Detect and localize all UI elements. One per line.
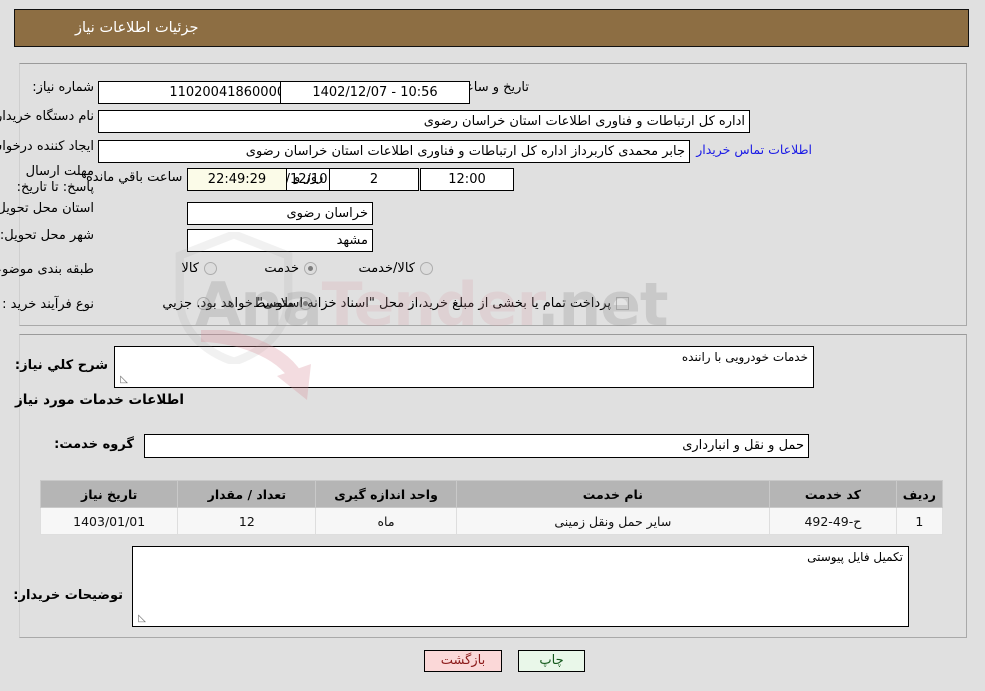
deadline-countdown-label: ساعت باقي مانده (87, 170, 184, 185)
category-option-khedmat-label: خدمت (265, 261, 300, 276)
purchase-process-label: نوع فرآیند خرید : (3, 297, 95, 312)
announce-datetime-field[interactable]: 10:56 - 1402/12/07 (281, 81, 471, 104)
buyer-org-label-row: نام دستگاه خریدار: (0, 109, 95, 124)
deadline-countdown-field: 22:49:29 (188, 168, 288, 191)
request-creator-label-row: ایجاد کننده درخواست: (0, 139, 95, 154)
col-unit: واحد اندازه گیری (316, 480, 458, 508)
need-number-label: شماره نیاز: (33, 80, 95, 95)
buyer-notes-textarea[interactable]: تکمیل فایل پیوستی ◺ (133, 546, 910, 627)
cell-need-date: 1403/01/01 (40, 507, 180, 535)
category-label: طبقه بندی موضوعی: (0, 262, 95, 277)
request-creator-label: ایجاد کننده درخواست: (0, 139, 95, 154)
general-desc-label: شرح کلي نیاز: (15, 358, 109, 373)
category-radio-khedmat[interactable] (305, 262, 318, 275)
cell-code: ح-49-492 (769, 507, 898, 535)
print-button[interactable]: چاپ (519, 650, 586, 672)
category-option-kala-khedmat[interactable]: کالا/خدمت (359, 261, 434, 276)
need-number-label-row: شماره نیاز: (33, 80, 95, 95)
category-option-kala[interactable]: کالا (182, 261, 218, 276)
category-radio-kala-khedmat[interactable] (421, 262, 434, 275)
treasury-bond-checkbox[interactable] (617, 297, 630, 310)
table-header-row: ردیف کد خدمت نام خدمت واحد اندازه گیری ت… (40, 480, 945, 508)
deadline-days-field[interactable]: 2 (330, 168, 420, 191)
service-group-label: گروه خدمت: (55, 437, 135, 452)
deadline-hour-field[interactable]: 12:00 (421, 168, 515, 191)
delivery-city-label-row: شهر محل تحویل: (1, 228, 95, 243)
buyer-notes-value: تکمیل فایل پیوستی (808, 550, 904, 564)
col-name: نام خدمت (456, 480, 771, 508)
page-title: جزئیات اطلاعات نیاز (76, 20, 200, 36)
back-button[interactable]: بازگشت (425, 650, 503, 672)
col-code: کد خدمت (769, 480, 898, 508)
purchase-process-label-row: نوع فرآیند خرید : (3, 297, 95, 312)
category-option-kala-label: کالا (182, 261, 200, 276)
purchase-option-jozee-label: جزیي (163, 296, 193, 311)
cell-name: سایر حمل ونقل زمینی (456, 507, 771, 535)
buyer-org-label: نام دستگاه خریدار: (0, 109, 95, 124)
delivery-province-label-row: استان محل تحویل: (0, 201, 95, 216)
delivery-city-field[interactable]: مشهد (188, 229, 374, 252)
col-quantity: تعداد / مقدار (178, 480, 318, 508)
buyer-org-field[interactable]: اداره کل ارتباطات و فناوری اطلاعات استان… (99, 110, 751, 133)
col-radif: ردیف (896, 480, 945, 508)
deadline-label: مهلت ارسال پاسخ: تا تاریخ: (17, 164, 95, 195)
delivery-city-label: شهر محل تحویل: (0, 228, 95, 243)
buyer-notes-label: توضیحات خریدار: (14, 588, 124, 603)
general-desc-value: خدمات خودرویی با راننده (682, 350, 809, 364)
cell-quantity: 12 (178, 507, 318, 535)
deadline-label-row: مهلت ارسال پاسخ: تا تاریخ: (10, 164, 95, 196)
table-row: 1 ح-49-492 سایر حمل ونقل زمینی ماه 12 14… (40, 507, 945, 535)
delivery-province-field[interactable]: خراسان رضوی (188, 202, 374, 225)
delivery-province-label: استان محل تحویل: (0, 201, 95, 216)
treasury-bond-option[interactable]: پرداخت تمام یا بخشی از مبلغ خرید،از محل … (197, 296, 630, 311)
resize-grip-icon-notes[interactable]: ◺ (137, 614, 147, 624)
general-desc-textarea[interactable]: خدمات خودرویی با راننده ◺ (115, 346, 815, 388)
page-header: جزئیات اطلاعات نیاز (15, 9, 970, 47)
category-radio-kala[interactable] (205, 262, 218, 275)
category-option-kala-khedmat-label: کالا/خدمت (359, 261, 416, 276)
services-table: ردیف کد خدمت نام خدمت واحد اندازه گیری ت… (40, 480, 945, 535)
col-need-date: تاریخ نیاز (40, 480, 180, 508)
deadline-days-label: روز و (295, 170, 325, 185)
category-option-khedmat[interactable]: خدمت (265, 261, 318, 276)
resize-grip-icon[interactable]: ◺ (119, 375, 129, 385)
treasury-bond-note: پرداخت تمام یا بخشی از مبلغ خرید،از محل … (197, 296, 612, 311)
service-group-field[interactable]: حمل و نقل و انبارداری (145, 434, 810, 458)
cell-radif: 1 (896, 507, 945, 535)
services-heading: اطلاعات خدمات مورد نیاز (15, 392, 185, 408)
request-creator-field[interactable]: جابر محمدی کاربرداز اداره کل ارتباطات و … (99, 140, 691, 163)
category-label-row: طبقه بندی موضوعی: (0, 262, 95, 277)
cell-unit: ماه (316, 507, 458, 535)
buyer-contact-link[interactable]: اطلاعات تماس خریدار (697, 142, 813, 157)
